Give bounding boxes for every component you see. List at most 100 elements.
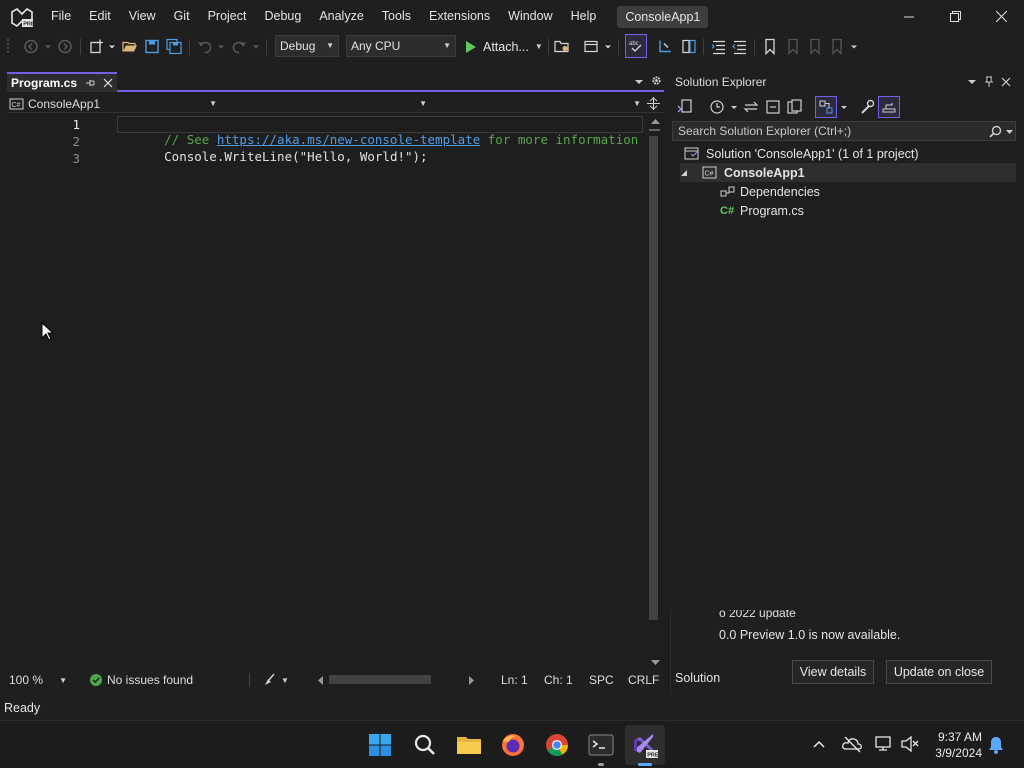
solution-platform-dropdown[interactable]: Any CPU ▼ bbox=[346, 35, 456, 57]
redo-icon[interactable] bbox=[230, 37, 248, 56]
notification-bell-icon[interactable] bbox=[987, 735, 1005, 755]
open-folder-icon[interactable] bbox=[121, 37, 139, 56]
menu-tools[interactable]: Tools bbox=[373, 0, 420, 33]
show-all-files-icon[interactable] bbox=[786, 98, 804, 116]
undo-icon[interactable] bbox=[196, 37, 214, 56]
menu-project[interactable]: Project bbox=[199, 0, 256, 33]
view-details-button[interactable]: View details bbox=[792, 660, 874, 684]
properties-wrench-icon[interactable] bbox=[858, 98, 876, 116]
menu-edit[interactable]: Edit bbox=[80, 0, 120, 33]
visual-studio-preview-button[interactable]: PRE bbox=[625, 725, 665, 766]
navigate-back-icon[interactable] bbox=[22, 37, 40, 56]
solution-title[interactable]: ConsoleApp1 bbox=[617, 5, 709, 28]
preview-selected-items-toggle[interactable] bbox=[815, 96, 837, 118]
network-icon[interactable] bbox=[874, 735, 894, 753]
chrome-button[interactable] bbox=[541, 729, 573, 761]
tree-item-project[interactable]: C# ConsoleApp1 bbox=[680, 163, 1016, 182]
menu-git[interactable]: Git bbox=[165, 0, 199, 33]
firefox-button[interactable] bbox=[497, 729, 529, 761]
menu-view[interactable]: View bbox=[120, 0, 165, 33]
browse-folder-icon[interactable] bbox=[553, 37, 571, 56]
solution-explorer-bottom-tab[interactable]: Solution bbox=[675, 671, 720, 685]
split-window-icon[interactable] bbox=[647, 97, 660, 110]
close-button[interactable] bbox=[978, 0, 1024, 33]
restore-button[interactable] bbox=[932, 0, 978, 33]
type-nav-dropdown[interactable]: ▼ bbox=[221, 95, 427, 112]
new-item-icon[interactable] bbox=[88, 37, 106, 56]
switch-views-icon[interactable] bbox=[676, 98, 694, 116]
hot-reload-icon[interactable] bbox=[582, 37, 600, 56]
comment-lines-icon[interactable] bbox=[710, 37, 728, 56]
chevron-down-icon[interactable] bbox=[108, 37, 116, 56]
chevron-down-icon[interactable] bbox=[850, 37, 858, 56]
uncomment-lines-icon[interactable] bbox=[731, 37, 749, 56]
onedrive-offline-icon[interactable] bbox=[842, 735, 862, 753]
expanded-triangle-icon[interactable] bbox=[680, 169, 688, 177]
tree-item-dependencies[interactable]: Dependencies bbox=[720, 182, 820, 201]
chevron-down-icon[interactable] bbox=[252, 37, 260, 56]
chevron-down-icon[interactable] bbox=[604, 37, 612, 56]
taskbar-clock[interactable]: 9:37 AM 3/9/2024 bbox=[935, 729, 982, 761]
search-icon[interactable] bbox=[989, 125, 1002, 138]
chevron-down-icon[interactable] bbox=[730, 104, 738, 112]
document-tab-program-cs[interactable]: Program.cs bbox=[7, 72, 117, 92]
menu-debug[interactable]: Debug bbox=[255, 0, 310, 33]
whitespace-indicator[interactable]: SPC bbox=[589, 673, 614, 687]
step-into-icon[interactable] bbox=[656, 37, 674, 56]
scroll-up-icon[interactable] bbox=[651, 118, 660, 124]
code-cleanup-button[interactable]: ▼ bbox=[263, 673, 289, 687]
code-text-area[interactable]: 1 2 3 // See https://aka.ms/new-console-… bbox=[7, 114, 647, 670]
solution-explorer-search-input[interactable]: Search Solution Explorer (Ctrl+;) bbox=[672, 121, 1016, 141]
visual-studio-preview-logo-icon[interactable]: PRE bbox=[10, 5, 34, 29]
save-all-icon[interactable] bbox=[165, 37, 183, 56]
compare-files-icon[interactable] bbox=[680, 37, 698, 56]
chevron-down-icon[interactable] bbox=[840, 104, 848, 112]
chevron-down-icon[interactable] bbox=[217, 37, 225, 56]
tab-list-dropdown-icon[interactable] bbox=[635, 78, 643, 86]
tree-item-program-cs[interactable]: C# Program.cs bbox=[720, 201, 804, 220]
terminal-button[interactable] bbox=[585, 729, 617, 766]
bookmark-icon[interactable] bbox=[761, 37, 779, 56]
zoom-dropdown[interactable]: 100 % ▼ bbox=[9, 673, 67, 687]
pin-icon[interactable] bbox=[85, 78, 95, 88]
previous-bookmark-icon[interactable] bbox=[784, 37, 802, 56]
solution-configuration-dropdown[interactable]: Debug ▼ bbox=[275, 35, 339, 57]
code-line-2[interactable]: Console.WriteLine("Hello, World!"); bbox=[119, 134, 427, 179]
save-icon[interactable] bbox=[143, 37, 161, 56]
start-button[interactable] bbox=[364, 729, 396, 761]
scroll-left-icon[interactable] bbox=[317, 676, 323, 685]
menu-help[interactable]: Help bbox=[562, 0, 606, 33]
member-nav-dropdown[interactable]: ▼ bbox=[431, 95, 641, 112]
window-options-dropdown-icon[interactable] bbox=[968, 78, 976, 86]
show-hidden-icons-chevron-up-icon[interactable] bbox=[813, 740, 825, 748]
menu-file[interactable]: File bbox=[42, 0, 80, 33]
char-indicator[interactable]: Ch: 1 bbox=[544, 673, 573, 687]
line-ending-indicator[interactable]: CRLF bbox=[628, 673, 659, 687]
vertical-scroll-thumb[interactable] bbox=[649, 136, 658, 620]
settings-gear-icon[interactable] bbox=[651, 75, 662, 86]
issues-indicator[interactable]: No issues found bbox=[90, 673, 193, 687]
update-on-close-button[interactable]: Update on close bbox=[886, 660, 992, 684]
collapse-all-icon[interactable] bbox=[764, 98, 782, 116]
vertical-scrollbar[interactable] bbox=[647, 114, 664, 670]
horizontal-scrollbar[interactable] bbox=[313, 672, 479, 688]
pending-changes-filter-icon[interactable] bbox=[708, 98, 726, 116]
navigate-forward-icon[interactable] bbox=[56, 37, 74, 56]
scroll-right-icon[interactable] bbox=[469, 676, 475, 685]
volume-muted-icon[interactable] bbox=[900, 735, 920, 753]
horizontal-scroll-thumb[interactable] bbox=[329, 675, 431, 684]
start-debugging-button[interactable]: Attach... ▼ bbox=[463, 37, 543, 56]
minimize-button[interactable] bbox=[886, 0, 932, 33]
project-nav-dropdown[interactable]: C# ConsoleApp1 ▼ bbox=[9, 95, 217, 112]
search-button[interactable] bbox=[409, 729, 441, 761]
menu-window[interactable]: Window bbox=[499, 0, 561, 33]
menu-extensions[interactable]: Extensions bbox=[420, 0, 499, 33]
chevron-down-icon[interactable] bbox=[44, 37, 52, 56]
sync-with-document-icon[interactable] bbox=[742, 98, 760, 116]
spell-check-toggle[interactable]: abc bbox=[625, 34, 647, 58]
tree-item-solution[interactable]: Solution 'ConsoleApp1' (1 of 1 project) bbox=[684, 144, 919, 163]
next-bookmark-icon[interactable] bbox=[806, 37, 824, 56]
clear-bookmarks-icon[interactable] bbox=[828, 37, 846, 56]
close-pane-icon[interactable] bbox=[1001, 77, 1011, 87]
scroll-down-icon[interactable] bbox=[651, 660, 660, 666]
